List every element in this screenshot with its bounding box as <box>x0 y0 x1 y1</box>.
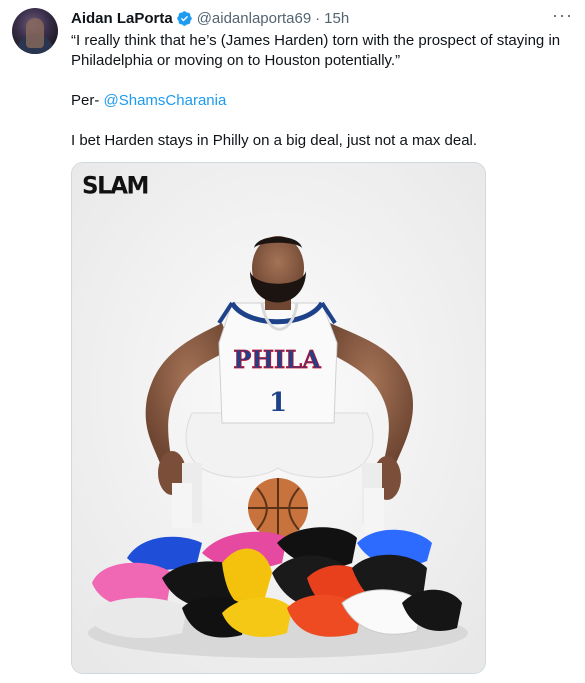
tweet-media-image[interactable]: PHILA 1 SLAM <box>71 162 486 674</box>
tweet-opinion: I bet Harden stays in Philly on a big de… <box>71 132 478 149</box>
more-options-icon[interactable]: ··· <box>552 6 573 24</box>
jersey-text: PHILA <box>233 345 321 374</box>
tweet-timestamp[interactable]: 15h <box>324 10 349 27</box>
header-separator: · <box>315 9 321 27</box>
slam-logo: SLAM <box>82 172 149 200</box>
photo-illustration: PHILA 1 <box>72 163 485 673</box>
tweet-quote: “I really think that he’s (James Harden)… <box>71 32 561 69</box>
tweet-text: “I really think that he’s (James Harden)… <box>71 31 581 151</box>
tweet-header: Aidan LaPorta @aidanlaporta69 · 15h <box>71 8 349 28</box>
tweet-card[interactable]: Aidan LaPorta @aidanlaporta69 · 15h ··· … <box>0 0 585 683</box>
author-avatar[interactable] <box>12 8 58 54</box>
author-name[interactable]: Aidan LaPorta <box>71 10 173 27</box>
jersey-number: 1 <box>269 388 287 418</box>
tweet-source-line: Per- @ShamsCharania <box>71 91 581 111</box>
verified-badge-icon <box>176 10 192 26</box>
source-prefix: Per- <box>71 92 104 109</box>
author-handle[interactable]: @aidanlaporta69 <box>197 10 311 27</box>
mention-link[interactable]: @ShamsCharania <box>104 92 227 109</box>
